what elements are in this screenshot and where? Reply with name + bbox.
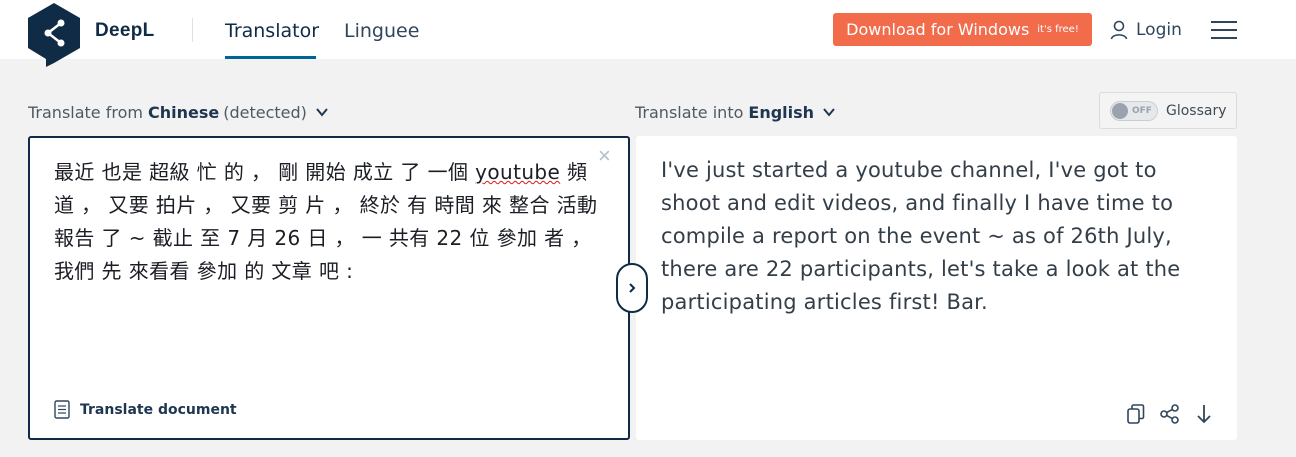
swap-languages-button[interactable] [616, 263, 648, 313]
login-label: Login [1136, 20, 1182, 40]
hamburger-menu-icon[interactable] [1211, 21, 1237, 41]
download-button-label: Download for Windows [846, 20, 1030, 39]
source-language-prefix: Translate from [28, 102, 143, 122]
brand-name[interactable]: DeepL [95, 20, 155, 42]
glossary-label: Glossary [1166, 102, 1227, 119]
chevron-down-icon [316, 108, 328, 117]
share-icon[interactable] [1159, 403, 1181, 425]
source-language-selector[interactable]: Translate from Chinese (detected) [28, 101, 329, 123]
source-language: Chinese [147, 102, 220, 122]
source-detected-label: (detected) [223, 102, 307, 122]
chevron-down-icon [823, 108, 835, 117]
target-language-selector[interactable]: Translate into English [635, 101, 836, 123]
download-free-badge: it's free! [1037, 24, 1079, 35]
translation-output[interactable]: I've just started a youtube channel, I'v… [661, 154, 1211, 319]
glossary-switch[interactable]: OFF [1110, 100, 1158, 121]
tab-linguee[interactable]: Linguee [344, 20, 419, 59]
login-button[interactable]: Login [1110, 18, 1182, 42]
target-language-prefix: Translate into [635, 102, 744, 122]
target-language: English [748, 102, 815, 122]
target-actions [1125, 403, 1215, 425]
switch-state-label: OFF [1132, 105, 1152, 116]
source-textarea[interactable]: 最近 也是 超級 忙 的 ， 剛 開始 成立 了 一個 youtube 頻道 ，… [54, 156, 599, 288]
chevron-right-icon [629, 283, 636, 293]
deepl-logo-icon[interactable] [28, 3, 80, 67]
header-divider [192, 18, 193, 42]
target-text-panel: I've just started a youtube channel, I'v… [636, 136, 1237, 440]
download-arrow-icon[interactable] [1193, 403, 1215, 425]
download-for-windows-button[interactable]: Download for Windows it's free! [833, 13, 1092, 46]
misspelled-word: youtube [475, 160, 561, 184]
source-text-panel[interactable]: 最近 也是 超級 忙 的 ， 剛 開始 成立 了 一個 youtube 頻道 ，… [28, 136, 630, 440]
translate-document-button[interactable]: Translate document [54, 400, 237, 419]
switch-knob [1112, 102, 1128, 119]
glossary-toggle-button[interactable]: OFF Glossary [1099, 92, 1237, 129]
copy-icon[interactable] [1125, 403, 1147, 425]
user-icon [1110, 20, 1128, 40]
source-text-part: 最近 也是 超級 忙 的 ， 剛 開始 成立 了 一個 [54, 160, 476, 184]
top-header: DeepL Translator Linguee Download for Wi… [0, 0, 1296, 67]
document-icon [54, 400, 70, 419]
clear-text-icon[interactable]: × [598, 145, 611, 167]
tab-translator[interactable]: Translator [225, 20, 319, 59]
translate-document-label: Translate document [80, 401, 237, 418]
